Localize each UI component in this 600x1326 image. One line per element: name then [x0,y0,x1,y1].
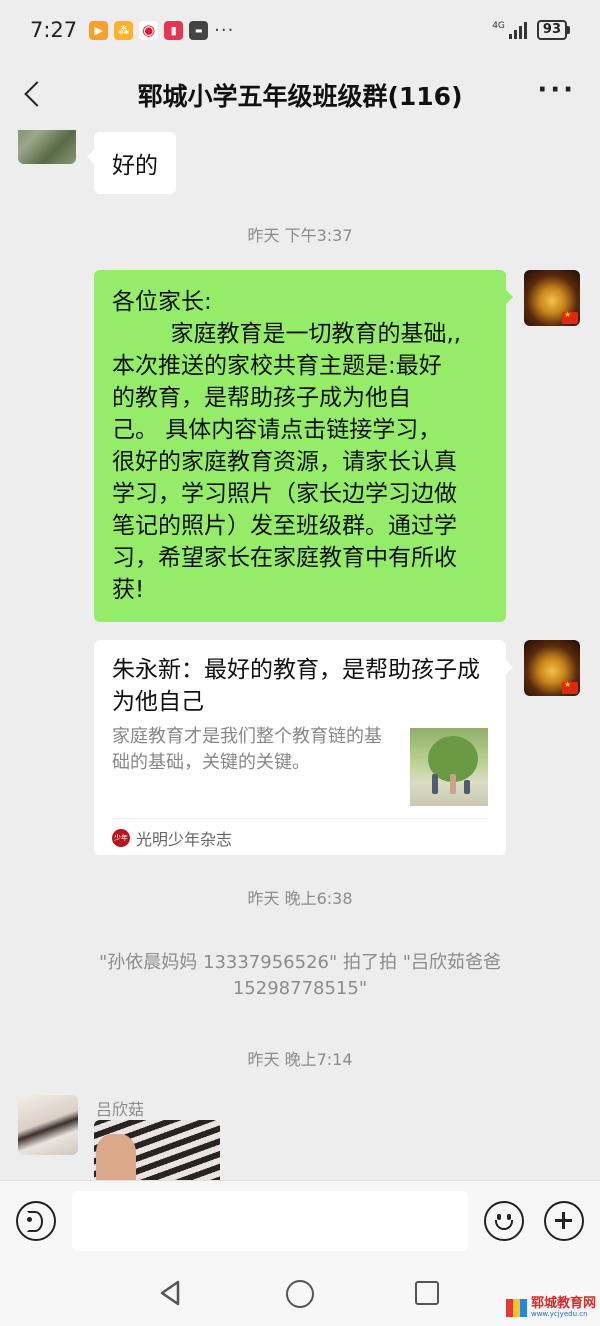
image-message[interactable] [94,1120,220,1180]
announcement-line: 的教育，是帮助孩子成为他自 [112,385,411,411]
system-home-icon[interactable] [286,1280,314,1308]
status-right: 4G 93 [492,20,570,40]
watermark-url: www.ycjyedu.cn [530,1310,588,1318]
huawei-store-icon: ▬ [189,20,209,40]
announcement-line: 笔记的照片）发至班级群。通过学 [112,513,457,539]
card-title: 朱永新：最好的教育，是帮助孩子成为他自己 [112,657,480,715]
status-bar: 7:27 ▶ ⁂ ◉ ▮ ▬ ··· 4G 93 [0,0,600,60]
sender-name: 吕欣菇 [96,1100,145,1119]
timestamp-3: 昨天 晚上7:14 [247,1050,353,1069]
status-more-indicator: ··· [214,19,235,41]
news-app-icon: ⁂ [114,20,134,40]
avatar-self[interactable] [524,270,580,326]
announcement-line: 获! [112,577,145,603]
battery-level: 93 [536,20,567,40]
status-time: 7:27 [30,18,78,42]
emoji-icon[interactable] [484,1201,524,1241]
chat-header: 郓城小学五年级班级群(116) ··· [0,60,600,130]
announcement-line: 各位家长: [112,289,212,315]
watermark-text: 郓城教育网 [530,1296,596,1311]
book-app-icon: ▮ [164,20,184,40]
card-thumbnail [410,728,488,806]
timestamp-2: 昨天 晚上6:38 [247,889,353,908]
battery-icon: 93 [536,20,570,40]
system-recent-apps-icon[interactable] [415,1281,439,1305]
card-source-name: 光明少年杂志 [136,830,233,849]
system-back-icon[interactable] [156,1278,186,1308]
back-icon[interactable] [18,80,48,110]
avatar-self[interactable] [524,640,580,696]
message-list[interactable]: 好的 昨天 下午3:37 各位家长: 家庭教育是一切教育的基础,, 本次推送的家… [0,130,600,1180]
announcement-line: 己。 具体内容请点击链接学习， [112,417,442,443]
video-app-icon: ▶ [89,20,109,40]
announcement-line: 家庭教育是一切教育的基础,, [112,321,462,347]
message-bubble-ok[interactable]: 好的 [87,132,176,194]
announcement-line: 习，希望家长在家庭教育中有所收 [112,545,457,571]
timestamp-1: 昨天 下午3:37 [247,226,353,245]
input-bar [0,1180,600,1260]
announcement-line: 本次推送的家校共育主题是:最好 [112,353,442,379]
flag-icon [562,680,578,694]
card-description: 家庭教育才是我们整个教育链的基础的基础，关键的关键。 [112,726,382,773]
card-source: 少年 光明少年杂志 [112,826,232,850]
avatar[interactable] [18,130,76,164]
card-divider [112,818,488,819]
flag-icon [562,310,578,324]
link-card[interactable]: 朱永新：最好的教育，是帮助孩子成为他自己 家庭教育才是我们整个教育链的基础的基础… [94,640,513,855]
plus-icon[interactable] [544,1201,584,1241]
system-navigation-bar: 郓城教育网 www.ycjyedu.cn [0,1260,600,1326]
avatar[interactable] [18,1095,78,1155]
announcement-line: 学习，学习照片（家长边学习边做 [112,481,457,507]
chat-title: 郓城小学五年级班级群(116) [137,82,463,111]
message-input[interactable] [72,1191,468,1251]
status-app-icons: ▶ ⁂ ◉ ▮ ▬ [89,20,209,40]
voice-input-icon[interactable] [16,1201,56,1241]
system-notice: "孙依晨妈妈 13337956526" 拍了拍 "吕欣茹爸爸 152987785… [99,952,501,999]
signal-icon: 4G [492,21,527,39]
announcement-line: 很好的家庭教育资源，请家长认真 [112,449,457,475]
weibo-icon: ◉ [139,20,159,40]
magazine-logo-icon: 少年 [112,829,130,847]
watermark: 郓城教育网 www.ycjyedu.cn [505,1296,596,1318]
network-type: 4G [492,21,505,31]
watermark-logo-icon [505,1298,528,1317]
announcement-bubble[interactable]: 各位家长: 家庭教育是一切教育的基础,, 本次推送的家校共育主题是:最好 的教育… [94,270,513,622]
more-options-button[interactable]: ··· [537,77,576,103]
